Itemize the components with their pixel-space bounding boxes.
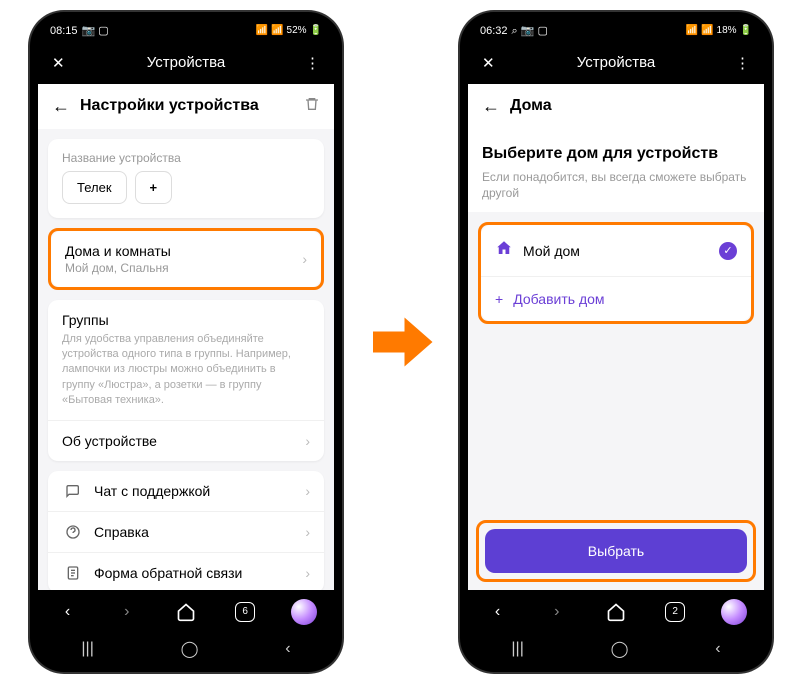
system-nav: ||| ◯ ‹ [468,634,764,664]
tab-count: 2 [665,602,685,622]
about-title: Об устройстве [62,433,305,449]
page-title: Дома [510,97,750,115]
page-title: Настройки устройства [80,97,294,115]
status-signal-icon: 📶 📶 [256,25,284,36]
home-option-row[interactable]: Мой дом ✓ [481,225,751,276]
chat-title: Чат с поддержкой [94,483,305,499]
chat-icon [62,483,84,499]
back-icon[interactable]: ← [482,96,500,117]
groups-row[interactable]: Группы Для удобства управления объединяй… [48,300,324,421]
intro-title: Выберите дом для устройств [482,145,750,163]
status-signal-icon: 📶 📶 [686,25,714,36]
nav-alice-icon[interactable] [288,596,320,628]
feedback-row[interactable]: Форма обратной связи › [48,552,324,589]
sys-home-icon[interactable]: ◯ [181,639,199,659]
nav-tabs-button[interactable]: 2 [659,596,691,628]
status-icons-left: 📷 ▢ [82,24,109,37]
battery-icon: 🔋 [740,25,752,36]
battery-icon: 🔋 [310,25,322,36]
home-icon [495,239,513,262]
form-icon [62,565,84,581]
system-nav: ||| ◯ ‹ [38,634,334,664]
highlighted-rooms-row: Дома и комнаты Мой дом, Спальня › [48,228,324,290]
kebab-menu-icon[interactable]: ⋮ [728,54,750,72]
sys-recent-icon[interactable]: ||| [511,640,523,658]
home-name: Мой дом [523,243,709,259]
content-area: ← Настройки устройства Название устройст… [38,84,334,590]
arrow-icon [366,307,436,377]
status-bar: 08:15 📷 ▢ 📶 📶 52% 🔋 [38,20,334,42]
groups-about-card: Группы Для удобства управления объединяй… [48,300,324,462]
device-name-card: Название устройства Телек + [48,139,324,218]
nav-tabs-button[interactable]: 6 [229,596,261,628]
close-icon[interactable]: ✕ [52,54,74,72]
header-title: Устройства [504,54,728,71]
rooms-sub: Мой дом, Спальня [65,261,302,275]
chevron-right-icon: › [305,483,310,499]
select-button[interactable]: Выбрать [485,529,747,573]
sys-recent-icon[interactable]: ||| [81,640,93,658]
highlighted-homes-card: Мой дом ✓ + Добавить дом [478,222,754,324]
nav-back-icon[interactable]: ‹ [52,596,84,628]
add-home-label: Добавить дом [513,291,604,307]
groups-title: Группы [62,312,310,328]
sys-home-icon[interactable]: ◯ [611,639,629,659]
kebab-menu-icon[interactable]: ⋮ [298,54,320,72]
chevron-right-icon: › [305,524,310,540]
page-header: ← Дома [468,84,764,129]
status-bar: 06:32 ⌕ 📷 ▢ 📶 📶 18% 🔋 [468,20,764,42]
groups-desc: Для удобства управления объединяйте устр… [62,332,310,409]
status-icons-left: ⌕ 📷 ▢ [512,24,548,38]
highlighted-select-button: Выбрать [476,520,756,582]
status-time: 08:15 [50,25,78,37]
screen: 08:15 📷 ▢ 📶 📶 52% 🔋 ✕ Устройства ⋮ ← Нас… [38,20,334,664]
plus-icon: + [495,291,503,307]
nav-forward-icon[interactable]: › [111,596,143,628]
feedback-title: Форма обратной связи [94,565,305,581]
phone-left: 08:15 📷 ▢ 📶 📶 52% 🔋 ✕ Устройства ⋮ ← Нас… [30,12,342,672]
rooms-title: Дома и комнаты [65,243,302,259]
rooms-row[interactable]: Дома и комнаты Мой дом, Спальня › [51,231,321,287]
back-icon[interactable]: ← [52,96,70,117]
content-area: ← Дома Выберите дом для устройств Если п… [468,84,764,590]
close-icon[interactable]: ✕ [482,54,504,72]
device-name-chip[interactable]: Телек [62,171,127,204]
nav-home-icon[interactable] [170,596,202,628]
status-battery: 52% [287,25,307,36]
device-name-label: Название устройства [48,139,324,171]
header-title: Устройства [74,54,298,71]
browser-bottom-nav: ‹ › 2 [468,590,764,634]
about-row[interactable]: Об устройстве › [48,420,324,461]
chevron-right-icon: › [305,433,310,449]
help-title: Справка [94,524,305,540]
help-row[interactable]: Справка › [48,511,324,552]
add-name-button[interactable]: + [135,171,173,204]
sys-back-icon[interactable]: ‹ [285,640,290,658]
page-header: ← Настройки устройства [38,84,334,129]
help-icon [62,524,84,540]
app-header: ✕ Устройства ⋮ [468,42,764,84]
support-card: Чат с поддержкой › Справка › Форма обрат… [48,471,324,589]
screen: 06:32 ⌕ 📷 ▢ 📶 📶 18% 🔋 ✕ Устройства ⋮ ← Д… [468,20,764,664]
check-selected-icon: ✓ [719,242,737,260]
browser-bottom-nav: ‹ › 6 [38,590,334,634]
intro-block: Выберите дом для устройств Если понадоби… [468,129,764,213]
nav-alice-icon[interactable] [718,596,750,628]
nav-forward-icon[interactable]: › [541,596,573,628]
status-battery: 18% [717,25,737,36]
status-time: 06:32 [480,25,508,37]
sys-back-icon[interactable]: ‹ [715,640,720,658]
chat-row[interactable]: Чат с поддержкой › [48,471,324,511]
app-header: ✕ Устройства ⋮ [38,42,334,84]
intro-sub: Если понадобится, вы всегда сможете выбр… [482,169,750,203]
add-home-row[interactable]: + Добавить дом [481,276,751,321]
trash-icon[interactable] [304,96,320,117]
phone-right: 06:32 ⌕ 📷 ▢ 📶 📶 18% 🔋 ✕ Устройства ⋮ ← Д… [460,12,772,672]
chevron-right-icon: › [305,565,310,581]
tab-count: 6 [235,602,255,622]
chevron-right-icon: › [302,251,307,267]
nav-home-icon[interactable] [600,596,632,628]
nav-back-icon[interactable]: ‹ [482,596,514,628]
